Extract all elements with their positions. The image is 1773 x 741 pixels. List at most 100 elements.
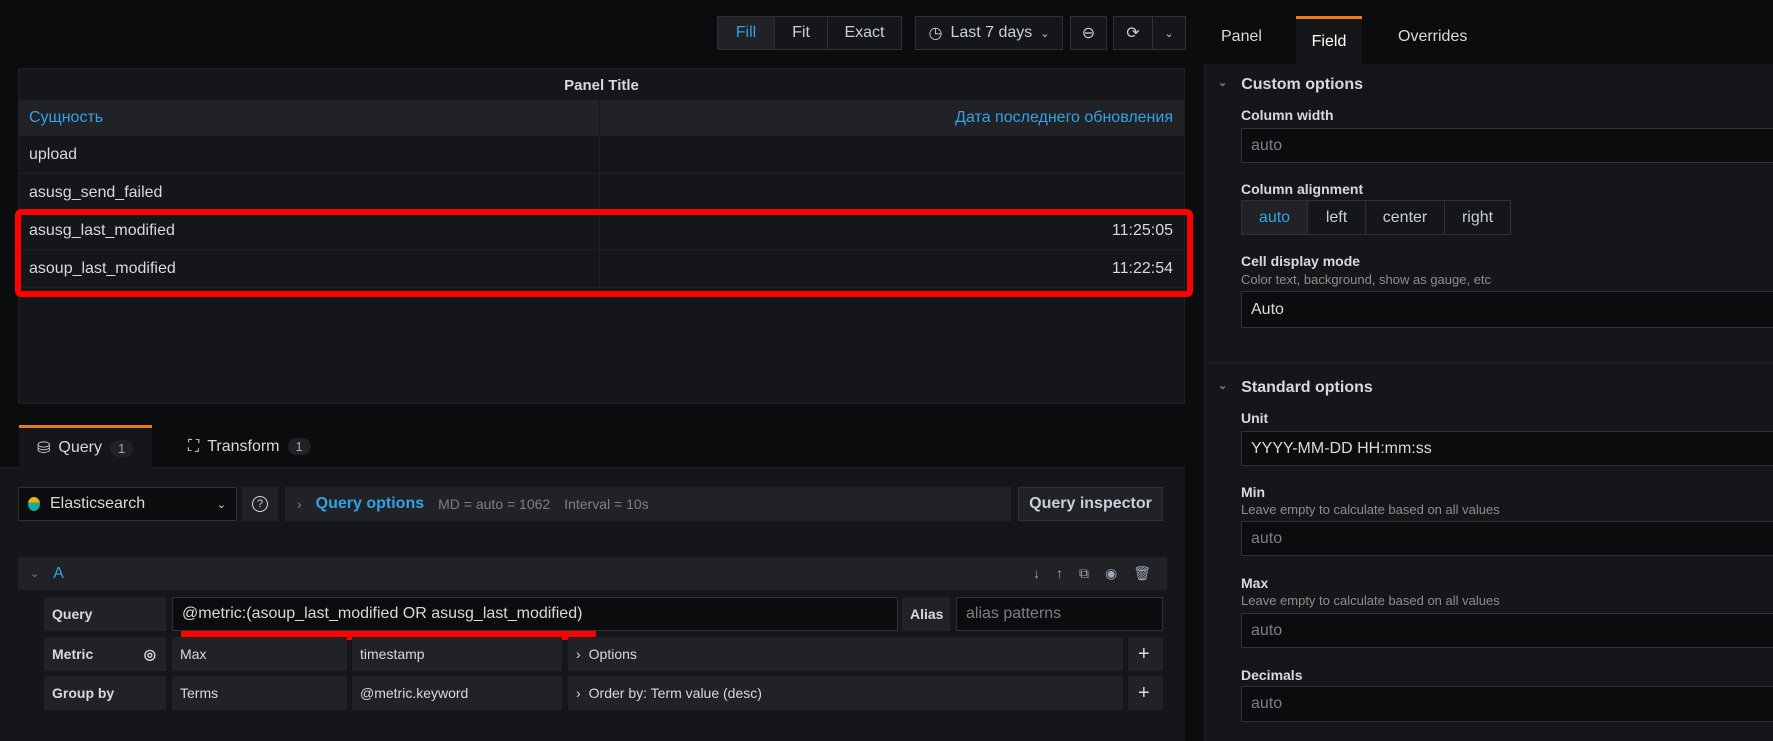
zoom-out-icon: ⊖ [1081,25,1096,42]
metric-label-text: Metric [52,646,94,662]
collapse-icon[interactable]: ⌄ [30,567,39,580]
column-header-entity[interactable]: Сущность [18,100,600,136]
chevron-down-icon: ⌄ [1218,77,1228,89]
move-up-icon[interactable]: ↑ [1056,565,1063,582]
refresh-interval-dropdown[interactable]: ⌄ [1152,16,1186,50]
query-count-badge: 1 [109,439,134,457]
max-desc: Leave empty to calculate based on all va… [1241,593,1500,608]
decimals-input[interactable]: auto [1241,686,1773,722]
help-button[interactable]: ? [242,487,278,521]
query-row-header[interactable]: ⌄ A ↓ ↑ ⧉ ◉ 🗑 [18,557,1167,590]
query-options-label: Query options [315,495,425,512]
cell-name: asusg_send_failed [18,174,600,211]
decimals-label: Decimals [1241,667,1303,683]
column-alignment-label: Column alignment [1241,181,1364,197]
chevron-down-icon: ⌄ [1164,27,1174,40]
datasource-picker[interactable]: Elasticsearch ⌄ [18,487,237,521]
tab-panel[interactable]: Panel [1221,28,1262,46]
datasource-name: Elasticsearch [50,495,146,512]
tab-overrides[interactable]: Overrides [1398,28,1467,46]
divider [1205,362,1773,363]
time-range-label: Last 7 days [950,24,1033,41]
query-label: Query [44,597,166,631]
tab-transform-label: Transform [207,437,280,455]
query-options-toggle[interactable]: › Query options MD = auto = 1062 Interva… [285,487,1011,521]
groupby-field-select[interactable]: @metric.keyword [352,676,562,710]
metric-options-toggle[interactable]: › Options [568,637,1123,671]
metric-label: Metric ◎ [44,637,166,671]
chevron-right-icon: › [576,685,581,701]
metric-type-select[interactable]: Max [172,637,347,671]
column-width-label: Column width [1241,107,1334,123]
max-label: Max [1241,575,1269,591]
groupby-label: Group by [44,676,166,710]
custom-options-header[interactable]: ⌄ Custom options [1218,76,1363,94]
align-right-button[interactable]: right [1444,200,1511,235]
unit-label: Unit [1241,410,1269,426]
table-row: asusg_send_failed [18,174,1185,212]
clock-icon: ◷ [928,25,943,42]
help-icon: ? [252,496,268,512]
align-left-button[interactable]: left [1307,200,1366,235]
tab-field[interactable]: Field [1296,16,1362,65]
table-header: Сущность Дата последнего обновления [18,100,1185,136]
query-inspector-button[interactable]: Query inspector [1018,487,1163,521]
tab-query[interactable]: ⛁ Query 1 [19,425,152,468]
groupby-order-label: Order by: Term value (desc) [588,685,762,701]
min-input[interactable]: auto [1241,521,1773,556]
cell-name: upload [18,136,600,173]
custom-options-title: Custom options [1241,76,1363,93]
min-desc: Leave empty to calculate based on all va… [1241,502,1500,517]
chevron-down-icon: ⌄ [216,498,226,511]
cell-display-mode-select[interactable]: Auto [1241,291,1773,328]
min-label: Min [1241,484,1266,500]
alias-input[interactable]: alias patterns [956,597,1163,631]
cell-display-mode-label: Cell display mode [1241,253,1361,269]
fit-button[interactable]: Fit [774,16,828,50]
chevron-down-icon: ⌄ [1218,380,1228,392]
alias-label: Alias [902,597,950,631]
transform-icon: ⛶ [188,437,200,455]
elasticsearch-icon [28,497,40,511]
column-header-updated[interactable]: Дата последнего обновления [600,109,1185,127]
chevron-down-icon: ⌄ [1040,27,1050,40]
max-datapoints-text: MD = auto = 1062 [438,496,551,512]
column-width-input[interactable]: auto [1241,128,1773,163]
align-center-button[interactable]: center [1365,200,1445,235]
query-ref-id: A [53,564,64,582]
zoom-out-button[interactable]: ⊖ [1070,16,1107,50]
standard-options-header[interactable]: ⌄ Standard options [1218,379,1373,397]
trash-icon[interactable]: 🗑 [1133,565,1151,582]
chevron-right-icon: › [297,496,302,512]
fill-button[interactable]: Fill [717,16,775,50]
transform-count-badge: 1 [287,438,311,455]
eye-icon[interactable]: ◎ [144,646,156,663]
duplicate-icon[interactable]: ⧉ [1079,565,1089,582]
metric-field-select[interactable]: timestamp [352,637,562,671]
chevron-right-icon: › [576,646,581,662]
refresh-icon: ⟳ [1126,25,1140,42]
table-row: upload [18,136,1185,174]
cell-display-mode-desc: Color text, background, show as gauge, e… [1241,272,1492,287]
standard-options-title: Standard options [1241,379,1373,396]
panel-title: Panel Title [564,76,639,94]
align-auto-button[interactable]: auto [1241,200,1308,235]
add-metric-button[interactable]: + [1128,637,1163,671]
exact-button[interactable]: Exact [827,16,902,50]
metric-options-label: Options [588,646,637,662]
unit-input[interactable]: YYYY-MM-DD HH:mm:ss [1241,431,1773,466]
query-input[interactable]: @metric:(asoup_last_modified OR asusg_la… [172,597,898,631]
move-down-icon[interactable]: ↓ [1033,565,1040,582]
groupby-type-select[interactable]: Terms [172,676,347,710]
groupby-options-toggle[interactable]: › Order by: Term value (desc) [568,676,1123,710]
interval-text: Interval = 10s [564,496,649,512]
highlight-box [15,209,1193,297]
tab-query-label: Query [58,439,102,456]
database-icon: ⛁ [37,440,51,457]
tab-transform[interactable]: ⛶ Transform 1 [188,425,311,468]
eye-icon[interactable]: ◉ [1105,565,1117,582]
refresh-button[interactable]: ⟳ [1113,16,1153,50]
add-groupby-button[interactable]: + [1128,676,1163,710]
max-input[interactable]: auto [1241,613,1773,648]
time-picker[interactable]: ◷ Last 7 days ⌄ [915,16,1063,50]
